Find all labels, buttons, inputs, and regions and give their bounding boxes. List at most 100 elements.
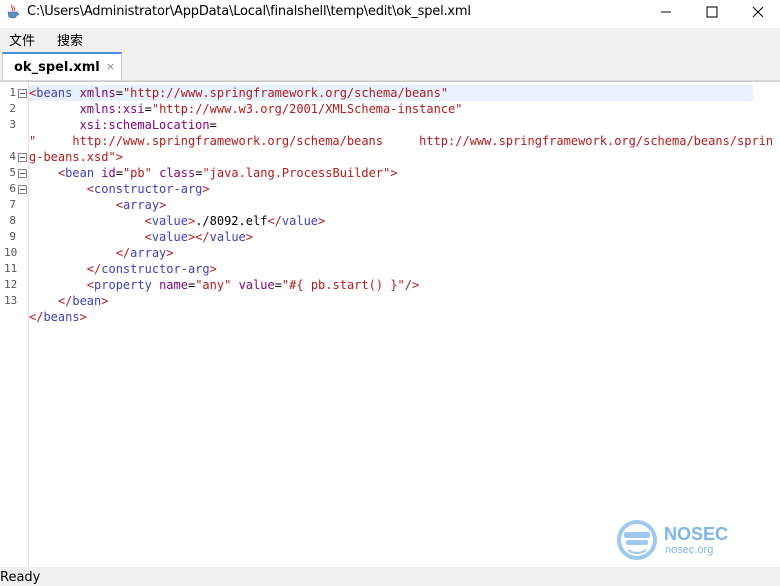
code-line[interactable]: </beans> [29, 309, 87, 325]
code-editor[interactable]: 1 <beans xmlns="http://www.springframewor… [0, 81, 780, 568]
code-token-brk: > [159, 198, 167, 212]
close-button[interactable] [735, 0, 780, 24]
code-token-attr: xmlns [79, 86, 116, 100]
menu-bar: 文件 搜索 [0, 28, 780, 50]
code-line[interactable]: <value>./8092.elf</value> [29, 213, 326, 229]
fold-toggle-icon[interactable] [18, 169, 27, 178]
code-token-brk: </ [86, 262, 102, 276]
line-number: 3 [9, 118, 16, 131]
tab-ok-spel-xml[interactable]: ok_spel.xml × [2, 52, 122, 80]
nosec-logo-icon [617, 520, 657, 560]
code-token-txt: ./8092.elf [195, 214, 268, 228]
status-bar: Ready [0, 567, 780, 586]
tab-bar: ok_spel.xml × [0, 50, 780, 81]
code-token-brk: </ [115, 246, 131, 260]
code-token-val: "any" [195, 278, 232, 292]
code-token-tag: value [209, 230, 246, 244]
minimize-button[interactable] [643, 0, 689, 24]
code-line[interactable]: <value></value> [29, 229, 253, 245]
menu-search[interactable]: 搜索 [57, 30, 83, 49]
code-token-attr: name [159, 278, 188, 292]
code-line[interactable]: <array> [29, 197, 167, 213]
code-line[interactable]: <bean id="pb" class="java.lang.ProcessBu… [29, 165, 398, 181]
status-text: Ready [0, 570, 41, 585]
code-line[interactable]: xmlns:xsi="http://www.w3.org/2001/XMLSch… [29, 101, 463, 117]
code-token-brk: < [144, 214, 152, 228]
code-token-brk: > [318, 214, 326, 228]
code-token-brk: ></ [187, 230, 210, 244]
code-token-brk: > [202, 182, 210, 196]
code-line[interactable]: </array> [29, 245, 174, 261]
code-line[interactable]: g-beans.xsd"> [29, 149, 123, 165]
title-bar: C:\Users\Administrator\AppData\Local\fin… [0, 0, 780, 26]
line-number: 13 [4, 294, 18, 307]
line-number: 2 [9, 102, 16, 115]
code-token-val: g-beans.xsd" [29, 150, 116, 164]
code-token-brk: </ [57, 294, 73, 308]
code-token-attr: xsi:schemaLocation [79, 118, 210, 132]
code-line[interactable]: </bean> [29, 293, 109, 309]
code-token-tag: value [151, 214, 188, 228]
fold-toggle-icon[interactable] [18, 89, 27, 98]
line-number: 8 [9, 214, 16, 227]
fold-toggle-icon[interactable] [18, 153, 27, 162]
tab-close-icon[interactable]: × [106, 60, 115, 73]
code-line[interactable]: <constructor-arg> [29, 181, 210, 197]
code-token-brk: < [115, 198, 123, 212]
code-token-tag: constructor-arg [101, 262, 210, 276]
code-token-val: " http://www.springframework.org/schema/… [29, 134, 774, 148]
code-token-val: "http://www.springframework.org/schema/b… [122, 86, 449, 100]
line-number: 5 [9, 166, 16, 179]
code-token-brk: > [245, 230, 253, 244]
code-token-tag: value [151, 230, 188, 244]
minimize-icon [661, 11, 671, 13]
code-line[interactable]: <property name="any" value="#{ pb.start(… [29, 277, 419, 293]
code-token-txt: = [115, 86, 123, 100]
code-token-brk: </ [267, 214, 282, 228]
window-title: C:\Users\Administrator\AppData\Local\fin… [27, 4, 471, 19]
maximize-button[interactable] [689, 0, 735, 24]
code-line[interactable]: " http://www.springframework.org/schema/… [29, 133, 773, 149]
code-line[interactable]: </constructor-arg> [29, 261, 217, 277]
code-line[interactable]: xsi:schemaLocation= [29, 117, 217, 133]
line-number: 10 [4, 246, 18, 259]
code-token-brk: > [101, 294, 109, 308]
tab-label: ok_spel.xml [14, 60, 100, 75]
line-number: 7 [9, 198, 16, 211]
nosec-watermark: NOSEC nosec.org [617, 520, 728, 560]
code-token-tag: bean [65, 166, 102, 180]
line-number: 1 [9, 86, 16, 99]
watermark-name: NOSEC [664, 524, 728, 544]
code-token-txt: = [144, 102, 152, 116]
close-icon [752, 6, 764, 18]
code-token-tag: array [130, 246, 167, 260]
code-token-val: "#{ pb.start() }" [281, 278, 405, 292]
code-token-brk: /> [404, 278, 420, 292]
code-line[interactable]: <beans xmlns="http://www.springframework… [29, 85, 448, 101]
code-token-brk: < [86, 278, 95, 292]
maximize-icon [706, 6, 718, 18]
code-token-tag: value [281, 214, 319, 228]
code-token-brk: > [209, 262, 217, 276]
code-token-tag: constructor-arg [94, 182, 203, 196]
fold-toggle-icon[interactable] [18, 185, 27, 194]
code-token-attr: class [159, 166, 196, 180]
code-token-attr: xmlns:xsi [79, 102, 145, 116]
line-number: 9 [9, 230, 16, 243]
code-token-tag: beans [36, 86, 80, 100]
line-number: 12 [4, 278, 18, 291]
menu-file[interactable]: 文件 [9, 30, 35, 49]
java-cup-icon [7, 4, 19, 19]
code-token-txt: = [274, 278, 282, 292]
